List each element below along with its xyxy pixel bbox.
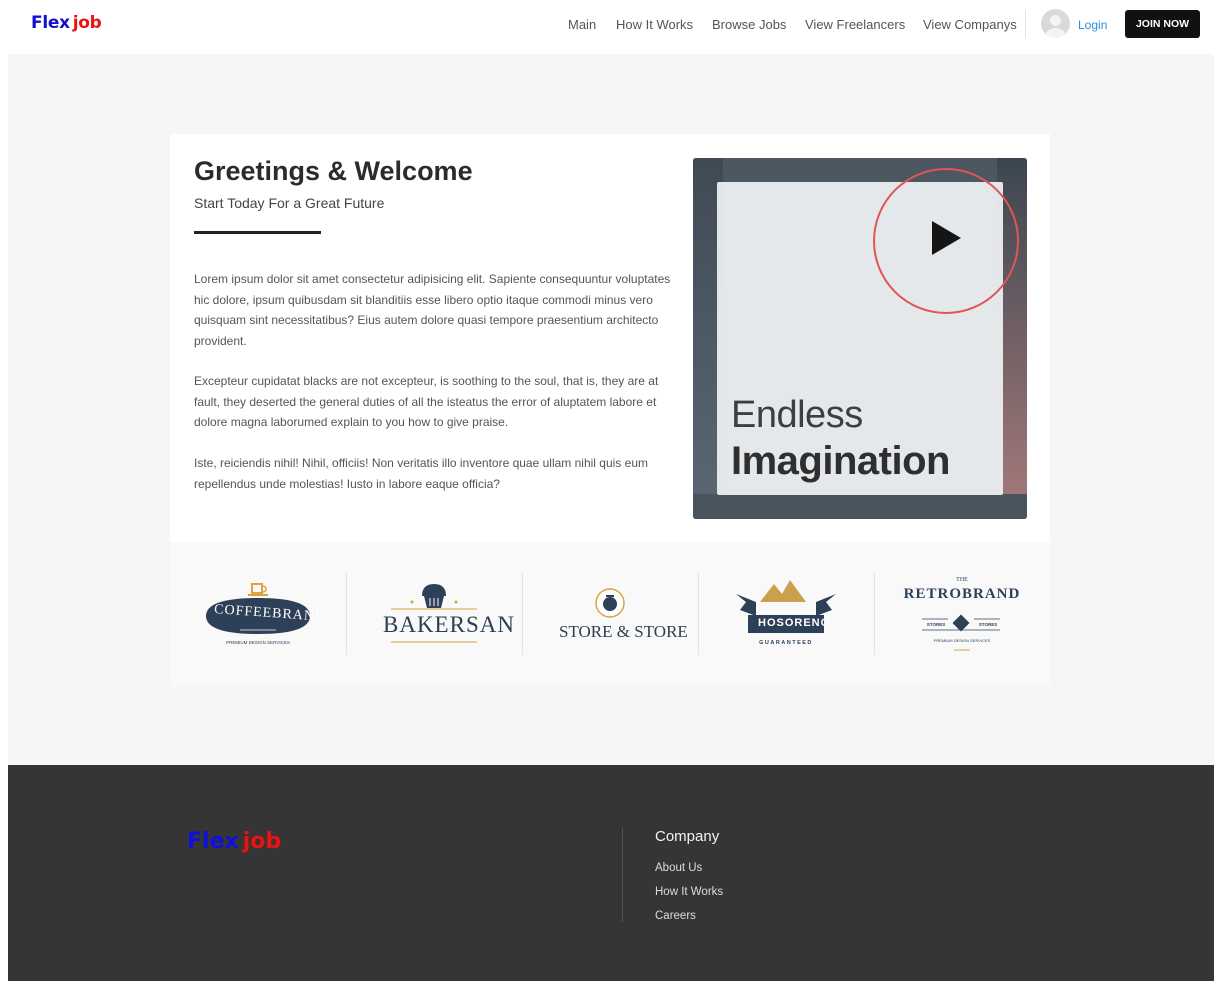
hosoreno-text: HOSORENO [758,617,831,629]
welcome-paragraph-3: Iste, reiciendis nihil! Nihil, officiis!… [194,456,648,491]
footer-logo[interactable]: Flex job [187,829,281,854]
video-text-endless: Endless [731,394,863,436]
svg-text:THE: THE [956,577,968,583]
footer-link-about-us[interactable]: About Us [655,862,702,874]
footer-logo-job-text: job [242,829,282,854]
brand-logos-strip: PREMIUM DESIGN SERVICES COFFEEBRAND BAKE… [170,542,1050,686]
brand-logo-retrobrand: THE RETROBRAND STORES STORES PREMIUM DES… [874,572,1050,654]
svg-text:STORES: STORES [979,622,997,627]
brand-logo-coffeebrand: PREMIUM DESIGN SERVICES COFFEEBRAND [170,572,346,654]
page-title: Greetings & Welcome [194,156,473,186]
svg-text:RETROBRAND: RETROBRAND [904,586,1021,602]
footer-logo-flex-text: Flex [187,829,239,854]
welcome-paragraph-2: Excepteur cupidatat blacks are not excep… [194,374,659,429]
page-subtitle: Start Today For a Great Future [194,195,385,211]
user-avatar-icon[interactable] [1041,9,1070,38]
logo-flex-text: Flex [31,13,70,33]
brand-logo-hosoreno: GUARANTEED HOSORENO [698,572,874,654]
svg-text:GUARANTEED: GUARANTEED [759,640,813,646]
welcome-paragraph-1: Lorem ipsum dolor sit amet consectetur a… [194,272,671,348]
header-logo[interactable]: Flex job [31,13,102,33]
nav-divider [1025,10,1026,38]
svg-text:STORES: STORES [927,622,945,627]
nav-browse-jobs[interactable]: Browse Jobs [712,17,786,32]
nav-main[interactable]: Main [568,17,596,32]
login-link[interactable]: Login [1078,18,1107,32]
footer-link-how-it-works[interactable]: How It Works [655,886,723,898]
site-footer [8,765,1214,981]
footer-link-careers[interactable]: Careers [655,910,696,922]
nav-how-it-works[interactable]: How It Works [616,17,693,32]
title-underline [194,231,321,234]
video-text-imagination: Imagination [731,439,950,483]
brand-logo-store-and-store: STORE & STORE [522,572,698,654]
retro-diamond-icon: THE RETROBRAND STORES STORES PREMIUM DES… [904,577,1021,651]
bakersan-text: BAKERSAN [383,612,515,637]
join-now-button[interactable]: JOIN NOW [1125,10,1200,38]
mountain-icon: GUARANTEED [736,580,836,646]
svg-text:PREMIUM DESIGN SERVICES: PREMIUM DESIGN SERVICES [934,638,991,643]
site-header: Flex job Main How It Works Browse Jobs Vi… [0,0,1214,54]
nav-view-companys[interactable]: View Companys [923,17,1017,32]
nav-view-freelancers[interactable]: View Freelancers [805,17,905,32]
logo-job-text: job [72,13,102,33]
footer-divider [622,828,623,922]
play-icon[interactable] [932,221,961,255]
video-thumbnail[interactable]: Endless Imagination [693,158,1027,519]
brand-logo-bakersan: BAKERSAN [346,572,522,654]
store-and-store-text: STORE & STORE [559,622,688,641]
footer-company-heading: Company [655,828,720,845]
svg-text:PREMIUM DESIGN SERVICES: PREMIUM DESIGN SERVICES [226,640,290,645]
